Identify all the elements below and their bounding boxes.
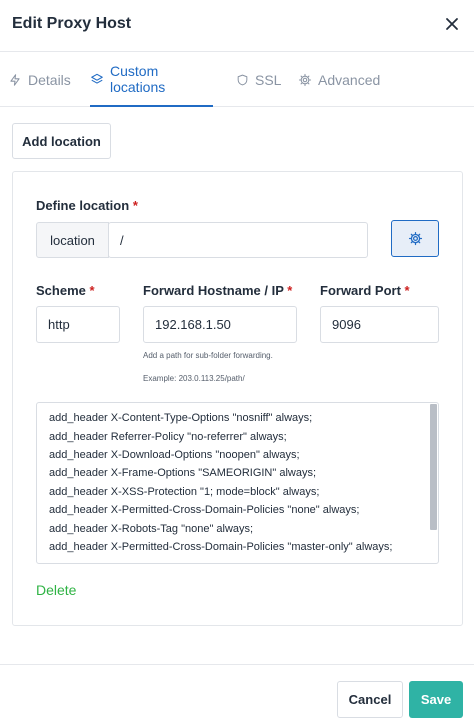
location-path-input[interactable]: / xyxy=(108,222,368,258)
config-line: add_header X-Robots-Tag "none" always; xyxy=(49,523,254,535)
required-mark: * xyxy=(287,283,293,298)
tab-details-label: Details xyxy=(28,72,71,88)
required-mark: * xyxy=(89,283,95,298)
tab-advanced[interactable]: Advanced xyxy=(298,53,380,107)
location-settings-button[interactable] xyxy=(391,220,439,257)
tab-advanced-label: Advanced xyxy=(318,72,381,88)
config-line: add_header X-Permitted-Cross-Domain-Poli… xyxy=(49,504,360,516)
tab-details[interactable]: Details xyxy=(8,53,71,107)
config-line: add_header X-Download-Options "noopen" a… xyxy=(49,449,300,461)
scheme-field[interactable]: http xyxy=(36,306,120,343)
tab-custom-locations-label: Custom locations xyxy=(110,63,166,95)
config-line: add_header X-XSS-Protection "1; mode=blo… xyxy=(49,486,320,498)
host-hint: Add a path for sub-folder forwarding. xyxy=(143,351,273,360)
forward-host-field[interactable]: 192.168.1.50 xyxy=(143,306,297,343)
config-line: add_header Referrer-Policy "no-referrer"… xyxy=(49,431,287,443)
add-location-button[interactable]: Add location xyxy=(12,123,111,159)
dialog-title: Edit Proxy Host xyxy=(12,15,132,32)
forward-port-label: Forward Port * xyxy=(320,283,410,298)
delete-location-link[interactable]: Delete xyxy=(36,582,76,598)
advanced-config-textarea[interactable]: add_header X-Content-Type-Options "nosni… xyxy=(36,402,439,564)
define-location-label: Define location * xyxy=(36,198,138,213)
config-line: add_header X-Permitted-Cross-Domain-Poli… xyxy=(49,541,393,553)
tab-ssl[interactable]: SSL xyxy=(236,53,281,107)
close-icon xyxy=(446,18,458,30)
config-line: add_header X-Content-Type-Options "nosni… xyxy=(49,412,313,424)
close-button[interactable] xyxy=(440,12,464,36)
location-addon: location xyxy=(36,222,109,258)
bolt-icon xyxy=(10,74,20,86)
forward-host-label: Forward Hostname / IP * xyxy=(143,283,293,298)
gear-icon xyxy=(408,231,422,246)
config-line: add_header X-Frame-Options "SAMEORIGIN" … xyxy=(49,467,317,479)
forward-port-field[interactable]: 9096 xyxy=(320,306,439,343)
shield-icon xyxy=(237,74,248,86)
scheme-label: Scheme * xyxy=(36,283,95,298)
textarea-scrollbar[interactable] xyxy=(430,404,437,530)
host-example: Example: 203.0.113.25/path/ xyxy=(143,374,245,383)
required-mark: * xyxy=(132,198,138,213)
cancel-button[interactable]: Cancel xyxy=(337,681,403,718)
tab-bar: Details Custom locations SSL Advanced xyxy=(0,53,474,107)
save-button[interactable]: Save xyxy=(409,681,463,718)
required-mark: * xyxy=(404,283,410,298)
tab-custom-locations[interactable]: Custom locations xyxy=(90,53,213,107)
layers-icon xyxy=(91,73,103,84)
tab-ssl-label: SSL xyxy=(255,72,282,88)
gear-icon xyxy=(298,73,312,87)
